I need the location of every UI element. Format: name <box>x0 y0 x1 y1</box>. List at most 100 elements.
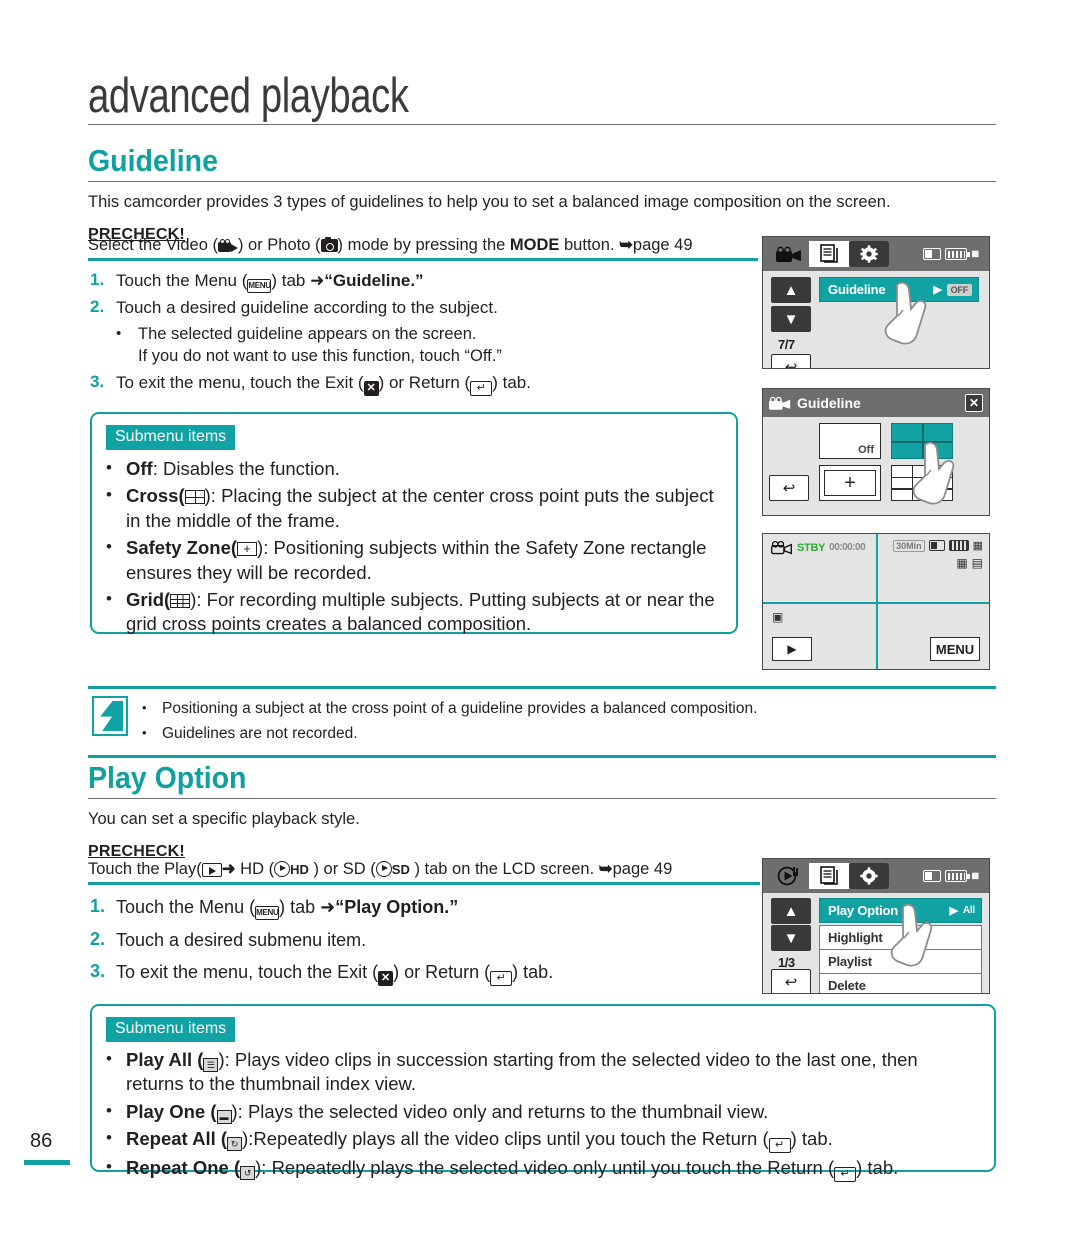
settings-tab-icon[interactable] <box>849 863 889 889</box>
bullet-dot-icon: • <box>142 700 147 715</box>
menu-row-playlist[interactable]: Playlist <box>819 949 982 974</box>
page-ref-arrow-icon: ➥ <box>598 860 613 878</box>
record-right-status-group: 30Min ▦ <box>893 539 983 552</box>
bullet-dot-icon: • <box>106 485 112 505</box>
submenu-item-grid: • Grid(): For recording multiple subject… <box>106 588 722 637</box>
mode-button-label: MODE <box>509 236 560 254</box>
step-text-bold: “Play Option.” <box>335 897 459 917</box>
menu-row-delete[interactable]: Delete <box>819 973 982 993</box>
submenu-item-text: ): Plays video clips in succession start… <box>126 1049 918 1095</box>
guideline-intro: This camcorder provides 3 types of guide… <box>88 192 891 211</box>
step-number: 3. <box>90 961 106 982</box>
submenu-item-name: Cross <box>126 485 179 507</box>
battery-icon <box>945 248 971 260</box>
return-icon: ↩ <box>784 974 798 991</box>
remaining-time-badge: 30Min <box>893 539 925 552</box>
chapter-title: advanced playback <box>88 69 409 123</box>
menu-row-label: Playlist <box>828 954 872 969</box>
step-text: Touch a desired guideline according to t… <box>116 298 498 317</box>
note-item: • Positioning a subject at the cross poi… <box>142 698 996 720</box>
settings-tab-icon[interactable] <box>849 241 889 267</box>
bullet-dot-icon: • <box>106 1157 112 1177</box>
down-arrow-icon: ▼ <box>783 929 799 947</box>
menu-row-play-option[interactable]: Play Option ▶ All <box>819 898 982 923</box>
scroll-up-button[interactable]: ▲ <box>771 898 811 924</box>
menu-button[interactable]: MENU <box>930 637 980 661</box>
lcd-menu-body: ▲ ▼ 7/7 ↩ Guideline ▶ OFF <box>763 271 989 368</box>
submenu-item-name: Play All <box>126 1049 193 1070</box>
step-text-bold: “Guideline.” <box>324 271 424 290</box>
submenu-items-badge: Submenu items <box>106 425 236 450</box>
step-text-a: To exit the menu, touch the Exit ( <box>116 372 364 392</box>
lcd-menu-guideline-screen[interactable]: ▦ ▲ ▼ 7/7 ↩ Guideline ▶ OFF <box>762 236 990 369</box>
lcd-record-screen[interactable]: STBY 00:00:00 30Min ▦ ▦ ▤ ▣ ▶ MENU <box>762 533 990 670</box>
return-button[interactable]: ↩ <box>771 969 811 993</box>
play-mode-button[interactable]: ▶ <box>772 637 812 661</box>
exit-icon: ✕ <box>363 380 379 396</box>
guideline-option-cross[interactable] <box>891 423 953 459</box>
step-number: 3. <box>90 371 105 391</box>
return-icon: ↵ <box>834 1167 857 1183</box>
close-icon[interactable]: ✕ <box>965 394 983 412</box>
guideline-option-grid[interactable] <box>891 465 953 501</box>
scroll-down-button[interactable]: ▼ <box>771 306 811 332</box>
chevron-right-icon: ▶ <box>949 905 958 917</box>
note-icon <box>92 696 128 736</box>
return-button[interactable]: ↩ <box>769 475 809 501</box>
play-option-steps: 1. Touch the Menu (MENU) tab ➜“Play Opti… <box>90 896 750 990</box>
guideline-submenu-box: Submenu items • Off: Disables the functi… <box>90 412 738 634</box>
lcd-guideline-chooser-screen[interactable]: Guideline ✕ Off + ↩ <box>762 388 990 516</box>
menu-icon: MENU <box>255 906 280 920</box>
bullet-dot-icon: • <box>106 1049 112 1068</box>
up-arrow-icon: ▲ <box>783 902 799 920</box>
step-text-a: To exit the menu, touch the Exit ( <box>116 962 379 983</box>
guideline-option-safety-zone[interactable]: + <box>819 465 881 501</box>
precheck-text-a: Select the Video ( <box>88 236 218 254</box>
video-mode-icon <box>769 396 791 410</box>
sd-label: SD <box>391 862 410 877</box>
play-option-submenu-box: Submenu items • Play All (☰): Plays vide… <box>90 1004 996 1183</box>
step-text-b: ) or Return ( <box>378 372 471 392</box>
chapter-rule <box>88 123 996 125</box>
submenu-item-repeat-one: • Repeat One (↺): Repeatedly plays the s… <box>106 1157 899 1183</box>
off-label: Off <box>858 444 874 456</box>
submenu-item-tail: ) tab. <box>856 1157 899 1179</box>
remaining-min-icon: ▦ <box>971 871 979 880</box>
scroll-up-button[interactable]: ▲ <box>771 277 811 303</box>
submenu-item-name: Safety Zone <box>126 537 231 559</box>
guideline-chooser-body: Off + ↩ <box>763 417 989 515</box>
step-text: To exit the menu, touch the Exit (✕) or … <box>116 372 531 396</box>
menu-row-value: ▶ All <box>950 904 981 917</box>
video-mode-icon <box>217 239 238 252</box>
down-arrow-icon: ▼ <box>783 310 799 328</box>
menu-tab-icon[interactable] <box>809 863 849 889</box>
return-button[interactable]: ↩ <box>771 354 811 368</box>
playback-tab-icon[interactable] <box>769 863 809 889</box>
photo-mode-icon <box>320 237 338 252</box>
plus-icon: + <box>844 472 856 494</box>
submenu-item-tail: ) tab. <box>790 1128 833 1150</box>
guideline-option-off[interactable]: Off <box>819 423 881 459</box>
scroll-down-button[interactable]: ▼ <box>771 925 811 951</box>
guideline-step-2: 2. Touch a desired guideline according t… <box>90 297 750 319</box>
menu-row-highlight[interactable]: Highlight <box>819 925 982 950</box>
menu-row-guideline[interactable]: Guideline ▶ OFF <box>819 277 979 302</box>
hd-play-icon <box>274 861 291 877</box>
step-text: To exit the menu, touch the Exit (✕) or … <box>116 961 553 987</box>
hd-label: HD <box>290 862 309 877</box>
note-bottom-rule <box>88 754 996 758</box>
step-arrow-icon: ➜ <box>310 271 325 290</box>
lcd-menu-playoption-screen[interactable]: ▦ ▲ ▼ 1/3 ↩ Play Option ▶ All Highlight … <box>762 858 990 994</box>
play-option-step-2: 2. Touch a desired submenu item. <box>90 929 750 952</box>
video-tab-icon[interactable] <box>769 241 809 267</box>
precheck-text-c: ) tab on the LCD screen. <box>414 860 599 878</box>
submenu-item-repeat-all: • Repeat All (↻):Repeatedly plays all th… <box>106 1128 833 1154</box>
step-number: 2. <box>90 297 105 316</box>
step-text-a: Touch the Menu ( <box>116 897 256 917</box>
menu-tab-icon[interactable] <box>809 241 849 267</box>
standby-status-label: STBY <box>797 541 826 554</box>
guideline-subbullet-2: If you do not want to use this function,… <box>116 345 750 367</box>
guideline-step-1: 1. Touch the Menu (MENU) tab ➜“Guideline… <box>90 270 750 293</box>
guideline-cross-horizontal <box>763 601 989 604</box>
submenu-item-text: ): Repeatedly plays the selected video o… <box>255 1157 835 1179</box>
